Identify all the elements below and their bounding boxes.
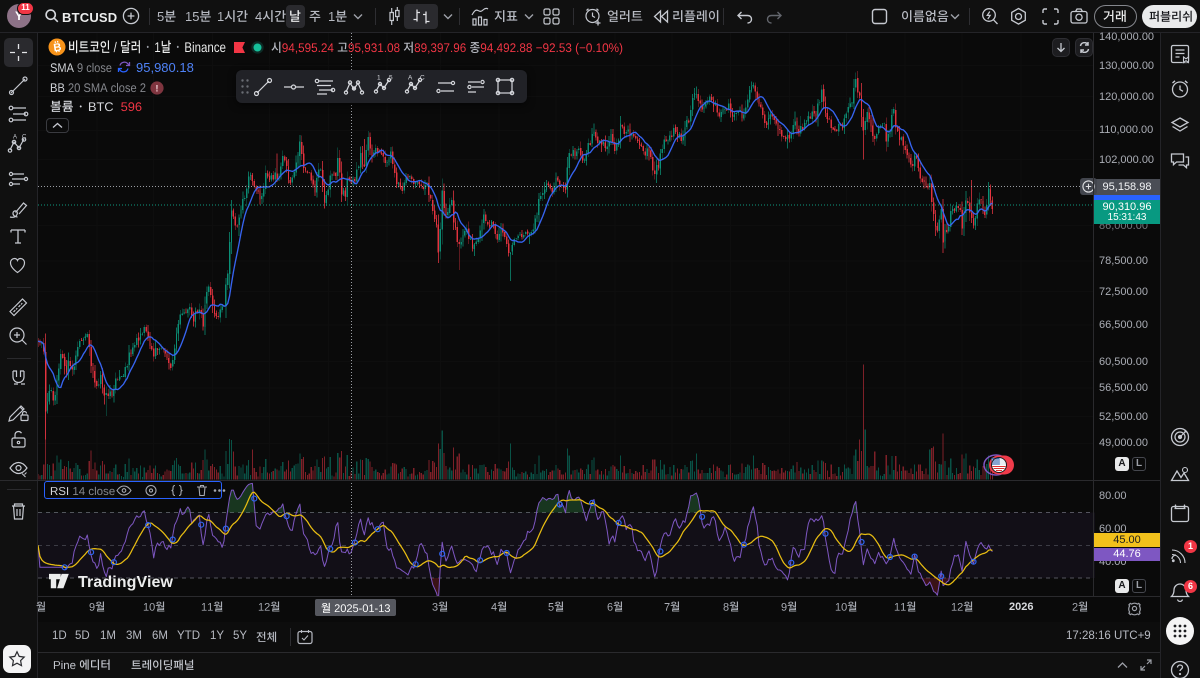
svg-text:A: A — [408, 75, 413, 82]
svg-text:C: C — [420, 75, 425, 82]
svg-text:A: A — [13, 135, 17, 141]
svg-text:1: 1 — [377, 75, 381, 82]
svg-text:!: ! — [155, 84, 158, 95]
svg-text:C: C — [22, 135, 27, 141]
svg-text:5: 5 — [389, 75, 393, 82]
